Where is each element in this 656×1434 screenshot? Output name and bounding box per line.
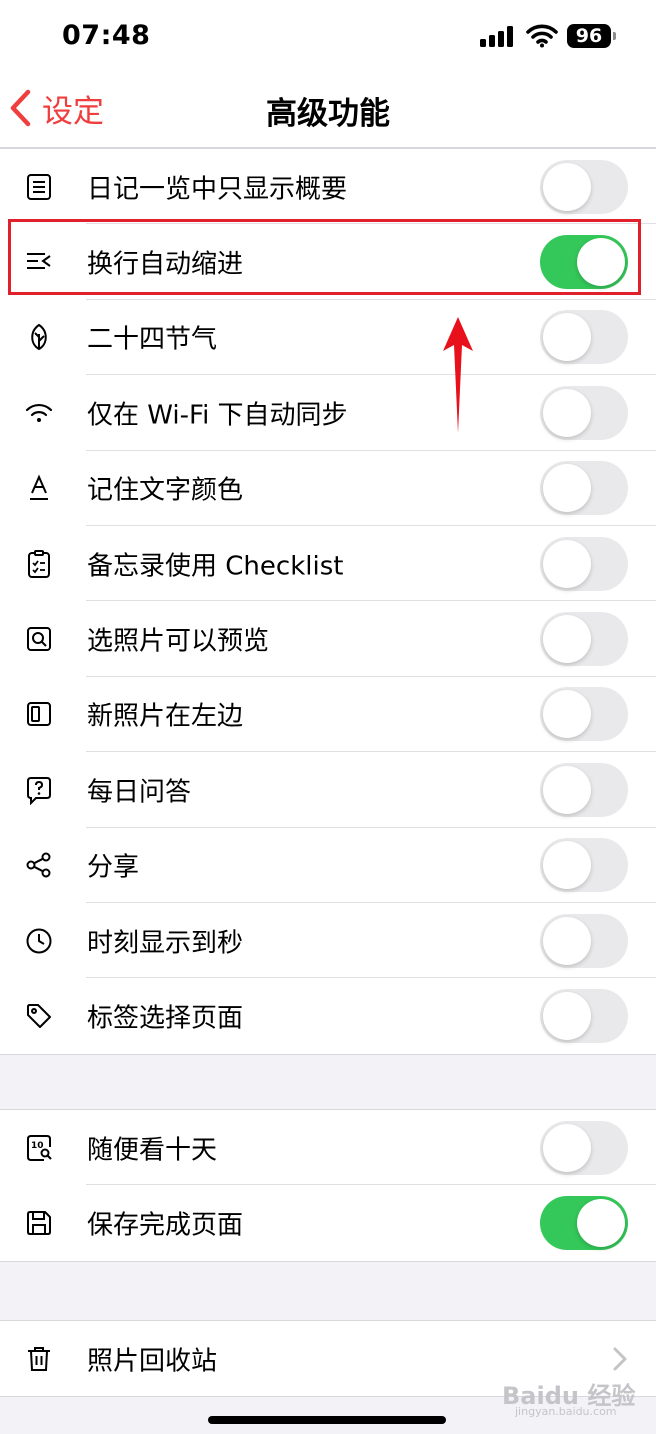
chevron-right-icon <box>613 1347 627 1371</box>
setting-label: 保存完成页面 <box>87 1210 244 1241</box>
wifi-status-icon <box>526 24 558 48</box>
status-bar: 07:48 96 <box>0 0 656 72</box>
ten-days-icon: 10 <box>27 1134 52 1161</box>
photo-search-icon <box>27 627 51 652</box>
battery-cap <box>613 32 616 40</box>
save-finish-toggle[interactable] <box>540 1196 628 1251</box>
setting-label: 照片回收站 <box>87 1346 218 1377</box>
daily-qa-toggle[interactable] <box>540 762 628 817</box>
status-time: 07:48 <box>62 20 151 51</box>
setting-row-solar-terms: 二十四节气 <box>0 300 656 376</box>
setting-label: 记住文字颜色 <box>87 475 244 506</box>
clock-icon <box>26 928 52 954</box>
auto-indent-toggle[interactable] <box>540 235 628 290</box>
setting-label: 选照片可以预览 <box>87 626 270 657</box>
setting-label: 二十四节气 <box>87 324 218 355</box>
settings-group-features: 日记一览中只显示概要 换行自动缩进 二十四节气 仅在 Wi-Fi 下自动同步 记… <box>0 148 656 1055</box>
setting-row-new-photo-left: 新照片在左边 <box>0 677 656 753</box>
photo-preview-toggle[interactable] <box>540 612 628 667</box>
setting-label: 换行自动缩进 <box>87 249 244 280</box>
setting-label: 备忘录使用 Checklist <box>87 551 344 582</box>
setting-label: 标签选择页面 <box>87 1003 244 1034</box>
question-bubble-icon <box>27 776 51 805</box>
navigation-bar: 设定 高级功能 <box>0 72 656 148</box>
setting-row-photo-preview: 选照片可以预览 <box>0 601 656 677</box>
tag-selection-toggle[interactable] <box>540 988 628 1043</box>
setting-label: 时刻显示到秒 <box>87 928 244 959</box>
wifi-icon <box>25 403 53 422</box>
checklist-toggle[interactable] <box>540 536 628 591</box>
solar-terms-toggle[interactable] <box>540 310 628 365</box>
text-color-icon <box>30 474 48 501</box>
red-arrow-annotation <box>443 317 473 433</box>
setting-row-wifi-sync: 仅在 Wi-Fi 下自动同步 <box>0 375 656 451</box>
new-photo-left-toggle[interactable] <box>540 687 628 742</box>
setting-row-checklist: 备忘录使用 Checklist <box>0 526 656 602</box>
setting-row-auto-indent: 换行自动缩进 <box>0 224 656 300</box>
home-indicator <box>208 1416 446 1424</box>
left-panel-icon <box>27 702 51 727</box>
page-title: 高级功能 <box>266 96 390 132</box>
cellular-signal-icon <box>480 25 516 47</box>
wifi-sync-toggle[interactable] <box>540 385 628 440</box>
setting-label: 随便看十天 <box>87 1135 218 1166</box>
setting-row-daily-qa: 每日问答 <box>0 752 656 828</box>
share-toggle[interactable] <box>540 838 628 893</box>
summary-only-toggle[interactable] <box>540 159 628 214</box>
trash-icon <box>28 1346 50 1371</box>
indent-icon <box>27 253 51 270</box>
setting-row-summary-only: 日记一览中只显示概要 <box>0 149 656 225</box>
setting-row-show-seconds: 时刻显示到秒 <box>0 903 656 979</box>
list-icon <box>27 173 51 200</box>
ten-days-toggle[interactable] <box>540 1120 628 1175</box>
clipboard-check-icon <box>28 549 50 578</box>
settings-group-extra: 10 随便看十天 保存完成页面 <box>0 1109 656 1262</box>
setting-label: 新照片在左边 <box>87 701 244 732</box>
leaf-icon <box>31 324 47 351</box>
watermark-url: jingyan.baidu.com <box>515 1405 617 1418</box>
battery-indicator: 96 <box>567 24 611 48</box>
setting-label: 分享 <box>87 852 140 883</box>
save-icon <box>27 1211 51 1236</box>
share-icon <box>26 852 51 878</box>
setting-label: 日记一览中只显示概要 <box>87 174 348 205</box>
setting-row-save-finish: 保存完成页面 <box>0 1185 656 1260</box>
setting-label: 仅在 Wi-Fi 下自动同步 <box>87 400 348 431</box>
svg-text:10: 10 <box>31 1141 44 1151</box>
tag-icon <box>27 1003 51 1028</box>
setting-row-remember-color: 记住文字颜色 <box>0 451 656 526</box>
setting-row-ten-days: 10 随便看十天 <box>0 1110 656 1186</box>
setting-row-share: 分享 <box>0 828 656 903</box>
setting-label: 每日问答 <box>87 777 192 808</box>
remember-color-toggle[interactable] <box>540 461 628 516</box>
setting-row-tag-selection: 标签选择页面 <box>0 978 656 1053</box>
show-seconds-toggle[interactable] <box>540 913 628 968</box>
